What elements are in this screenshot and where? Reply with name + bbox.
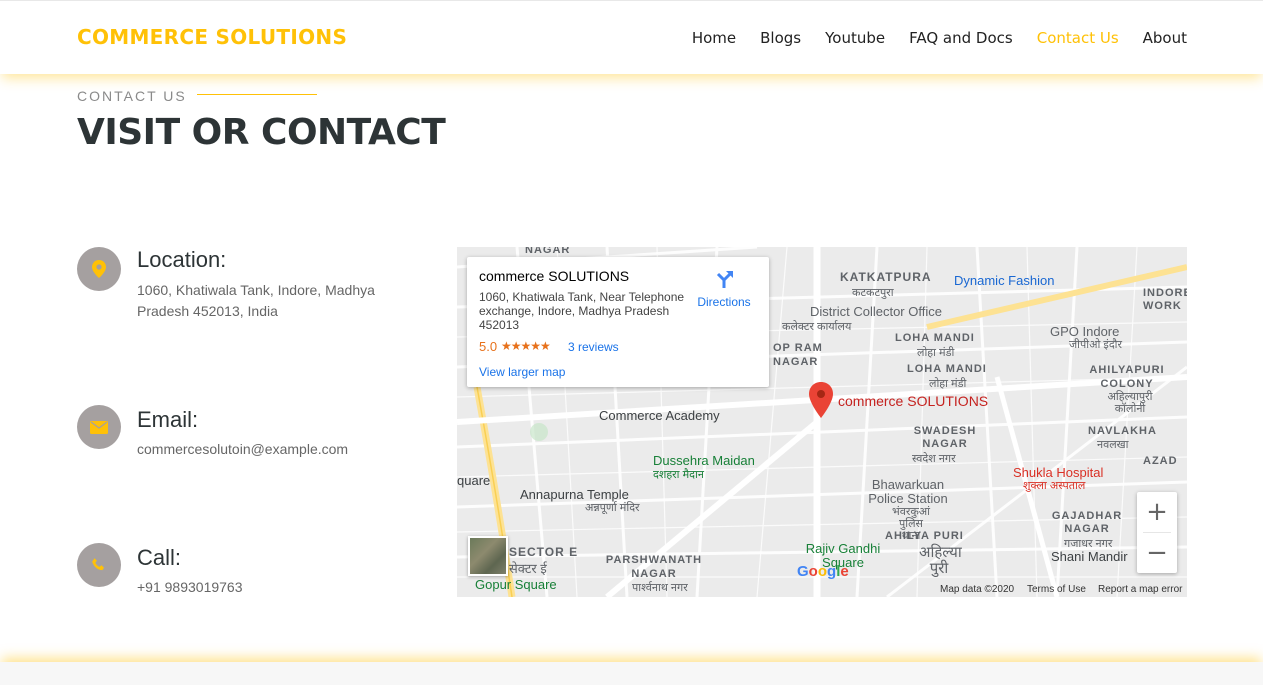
phone-number[interactable]: +91 9893019763 bbox=[137, 577, 427, 598]
map-label-gpo-indore-hi: जीपीओ इंदौर bbox=[1069, 339, 1123, 351]
brand-logo[interactable]: COMMERCE SOLUTIONS bbox=[77, 25, 347, 49]
nav-youtube[interactable]: Youtube bbox=[825, 29, 885, 47]
map-label-ahilyapuri-colony-hi: अहिल्यापुरी कॉलोनी bbox=[1107, 391, 1153, 415]
place-address: 1060, Khatiwala Tank, Near Telephone exc… bbox=[479, 290, 685, 332]
map-label-annapurna-temple-hi: अन्नपूर्णा मंदिर bbox=[585, 502, 640, 514]
nav-blogs[interactable]: Blogs bbox=[760, 29, 801, 47]
envelope-icon bbox=[90, 420, 108, 434]
map-label-swadesh-nagar-hi: स्वदेश नगर bbox=[912, 453, 956, 465]
site-header: COMMERCE SOLUTIONS Home Blogs Youtube FA… bbox=[0, 0, 1263, 74]
map-data-attribution: Map data ©2020 bbox=[940, 584, 1015, 595]
location-title: Location: bbox=[137, 247, 227, 272]
page-title: VISIT OR CONTACT bbox=[77, 112, 446, 153]
location-address: 1060, Khatiwala Tank, Indore, Madhya Pra… bbox=[137, 282, 375, 319]
contact-email: Email: commercesolutoin@example.com bbox=[77, 405, 417, 465]
section-eyebrow: CONTACT US bbox=[77, 88, 187, 104]
map-label-dynamic-fashion: Dynamic Fashion bbox=[954, 273, 1055, 288]
google-logo: Google bbox=[797, 563, 849, 580]
map-label-parshwanath-nagar: PARSHWANATH NAGAR bbox=[605, 554, 703, 580]
map-label-district-collector-hi: कलेक्टर कार्यालय bbox=[782, 321, 852, 333]
map-label-katkatpura: KATKATPURA bbox=[840, 270, 932, 284]
map-info-card: commerce SOLUTIONS 1060, Khatiwala Tank,… bbox=[467, 257, 769, 387]
map-label-sector-e-hi: सेक्टर ई bbox=[509, 561, 547, 576]
map-pin-label[interactable]: commerce SOLUTIONS bbox=[838, 393, 988, 409]
map-label-navlakha-hi: नवलखा bbox=[1097, 439, 1129, 451]
call-title: Call: bbox=[137, 545, 182, 570]
location-icon-circle bbox=[77, 247, 121, 291]
email-title: Email: bbox=[137, 407, 199, 432]
place-name: commerce SOLUTIONS bbox=[479, 268, 630, 284]
map-label-loha-mandi-hi-2: लोहा मंडी bbox=[929, 378, 967, 390]
map-label-gajadhar-nagar: GAJADHAR NAGAR bbox=[1051, 510, 1123, 535]
contact-call: Call: +91 9893019763 bbox=[77, 543, 417, 603]
zoom-control: + − bbox=[1137, 492, 1177, 573]
phone-icon-circle bbox=[77, 543, 121, 587]
map-label-nagar: NAGAR bbox=[525, 247, 571, 256]
view-larger-map-link[interactable]: View larger map bbox=[479, 365, 565, 379]
map-label-loha-mandi-2: LOHA MANDI bbox=[907, 363, 987, 375]
directions-icon bbox=[716, 271, 733, 288]
google-map[interactable]: NAGAR KATKATPURA कटकटपुरा Dynamic Fashio… bbox=[457, 247, 1187, 597]
zoom-out-button[interactable]: − bbox=[1137, 533, 1177, 573]
eyebrow-divider bbox=[197, 94, 317, 95]
nav-contact-us[interactable]: Contact Us bbox=[1037, 29, 1119, 47]
map-label-dussehra-maidan: Dussehra Maidan bbox=[653, 453, 755, 468]
map-label-ahilya-puri: AHILYA PURI bbox=[885, 530, 964, 542]
location-pin-icon bbox=[92, 260, 106, 278]
map-label-quare: quare bbox=[457, 473, 491, 488]
contact-location: Location: 1060, Khatiwala Tank, Indore, … bbox=[77, 247, 417, 327]
map-label-loha-mandi-hi-1: लोहा मंडी bbox=[917, 347, 955, 359]
rating-stars-icon: ★★★★★ bbox=[501, 339, 551, 353]
zoom-in-button[interactable]: + bbox=[1137, 492, 1177, 532]
map-label-parshwanath-nagar-hi: पार्श्वनाथ नगर bbox=[632, 582, 688, 594]
map-label-ahilyapuri-colony: AHILYAPURI COLONY bbox=[1089, 364, 1165, 390]
map-label-indore-work: INDORE WORK bbox=[1143, 287, 1187, 312]
reviews-link[interactable]: 3 reviews bbox=[568, 340, 619, 354]
map-label-sector-e: SECTOR E bbox=[509, 545, 579, 559]
directions-button[interactable]: Directions bbox=[689, 269, 759, 309]
map-label-dussehra-maidan-hi: दशहरा मैदान bbox=[653, 469, 704, 481]
main-nav: Home Blogs Youtube FAQ and Docs Contact … bbox=[692, 29, 1187, 47]
email-address[interactable]: commercesolutoin@example.com bbox=[137, 439, 427, 460]
map-label-commerce-academy: Commerce Academy bbox=[599, 408, 720, 423]
map-label-op-ram-nagar: OP RAM NAGAR bbox=[773, 342, 823, 368]
map-label-shani-mandir: Shani Mandir bbox=[1051, 549, 1128, 564]
terms-of-use-link[interactable]: Terms of Use bbox=[1027, 584, 1086, 595]
map-label-ahilya-puri-hi: अहिल्या पुरी bbox=[919, 544, 962, 577]
page-footer bbox=[0, 662, 1263, 685]
directions-label: Directions bbox=[697, 295, 751, 309]
satellite-toggle[interactable] bbox=[468, 536, 508, 576]
report-map-error-link[interactable]: Report a map error bbox=[1098, 584, 1182, 595]
map-label-navlakha: NAVLAKHA bbox=[1088, 425, 1157, 437]
map-label-azad: AZAD bbox=[1143, 455, 1178, 467]
email-icon-circle bbox=[77, 405, 121, 449]
map-label-katkatpura-hi: कटकटपुरा bbox=[852, 287, 894, 299]
map-label-swadesh-nagar: SWADESH NAGAR bbox=[913, 425, 977, 450]
nav-about[interactable]: About bbox=[1143, 29, 1187, 47]
place-rating: 5.0 bbox=[479, 339, 498, 354]
nav-home[interactable]: Home bbox=[692, 29, 736, 47]
map-label-loha-mandi-1: LOHA MANDI bbox=[895, 332, 975, 344]
nav-faq-docs[interactable]: FAQ and Docs bbox=[909, 29, 1013, 47]
map-label-bhawarkuan: Bhawarkuan Police Station bbox=[868, 477, 948, 506]
phone-icon bbox=[92, 558, 104, 571]
map-label-shukla-hospital-hi: शुक्ला अस्पताल bbox=[1023, 480, 1086, 492]
map-label-gopur-square: Gopur Square bbox=[475, 577, 557, 592]
map-label-district-collector: District Collector Office bbox=[810, 304, 942, 319]
